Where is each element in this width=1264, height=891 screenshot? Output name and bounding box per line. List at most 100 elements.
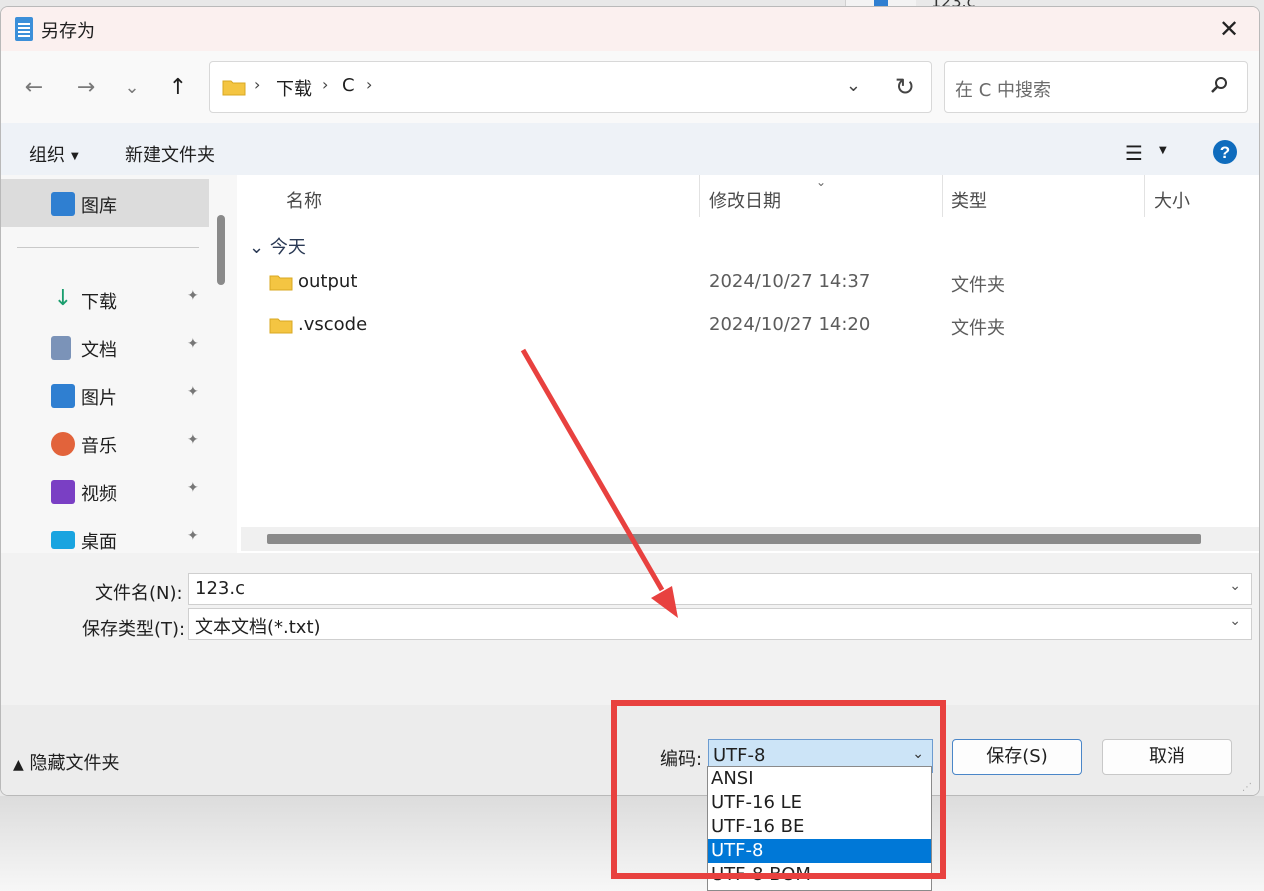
cancel-button[interactable]: 取消 bbox=[1102, 739, 1232, 775]
desktop-icon bbox=[51, 531, 75, 549]
file-type: 文件夹 bbox=[951, 318, 1005, 339]
column-separator[interactable] bbox=[942, 175, 943, 217]
folder-icon bbox=[269, 318, 293, 334]
sidebar-item-documents[interactable]: 文档 ✦ bbox=[1, 323, 209, 371]
file-row[interactable]: output 2024/10/27 14:37 文件夹 bbox=[237, 263, 1257, 303]
chevron-up-icon: ▲ bbox=[13, 757, 24, 773]
breadcrumb-downloads[interactable]: 下载 bbox=[276, 75, 312, 101]
breadcrumb-separator: › bbox=[254, 75, 261, 94]
file-modified: 2024/10/27 14:20 bbox=[709, 314, 871, 335]
filename-form: 文件名(N): 123.c ⌄ 保存类型(T): 文本文档(*.txt) ⌄ bbox=[1, 553, 1259, 705]
sidebar-item-label: 音乐 bbox=[81, 436, 117, 457]
command-bar: 组织 ▼ 新建文件夹 ☰ ▼ bbox=[1, 123, 1259, 175]
file-name: output bbox=[298, 271, 358, 292]
breadcrumb-separator: › bbox=[322, 75, 329, 94]
refresh-icon[interactable]: ↻ bbox=[895, 73, 915, 101]
navigation-bar: ← → ⌄ ↑ › 下载 › C › ⌄ ↻ 在 C 中搜索 bbox=[1, 51, 1259, 123]
chevron-down-icon[interactable]: ⌄ bbox=[1229, 613, 1241, 629]
filename-value: 123.c bbox=[195, 578, 245, 599]
column-separator[interactable] bbox=[1144, 175, 1145, 217]
title-bar: 另存为 ✕ bbox=[1, 7, 1259, 51]
sidebar-item-label: 图库 bbox=[81, 196, 117, 217]
navigation-pane: 图库 ↓ 下载 ✦ 文档 ✦ 图片 ✦ 音乐 ✦ 视频 ✦ 桌面 ✦ bbox=[1, 175, 231, 553]
sidebar-divider bbox=[17, 247, 199, 248]
sidebar-item-desktop[interactable]: 桌面 ✦ bbox=[1, 515, 209, 553]
column-header-name[interactable]: 名称 bbox=[286, 187, 322, 213]
sidebar-item-pictures[interactable]: 图片 ✦ bbox=[1, 371, 209, 419]
group-label: 今天 bbox=[269, 237, 306, 258]
sidebar-item-label: 下载 bbox=[81, 292, 117, 313]
sidebar-item-gallery[interactable]: 图库 bbox=[1, 179, 209, 227]
music-icon bbox=[51, 432, 75, 456]
help-icon[interactable]: ? bbox=[1212, 139, 1238, 165]
close-button[interactable]: ✕ bbox=[1211, 13, 1247, 45]
save-button[interactable]: 保存(S) bbox=[952, 739, 1082, 775]
search-placeholder: 在 C 中搜索 bbox=[955, 80, 1052, 101]
sidebar-item-music[interactable]: 音乐 ✦ bbox=[1, 419, 209, 467]
sidebar-item-label: 文档 bbox=[81, 340, 117, 361]
chevron-down-icon: ⌄ bbox=[249, 237, 265, 258]
forward-button[interactable]: → bbox=[71, 73, 101, 103]
save-as-dialog: 另存为 ✕ ← → ⌄ ↑ › 下载 › C › ⌄ ↻ 在 C 中搜索 组织 … bbox=[0, 6, 1260, 796]
filetype-value: 文本文档(*.txt) bbox=[195, 617, 321, 638]
notepad-icon bbox=[15, 17, 33, 41]
breadcrumb-separator: › bbox=[366, 75, 373, 94]
hide-folders-button[interactable]: ▲ 隐藏文件夹 bbox=[13, 749, 120, 775]
organize-label: 组织 bbox=[29, 145, 65, 166]
search-box[interactable]: 在 C 中搜索 bbox=[944, 61, 1248, 113]
hide-folders-label: 隐藏文件夹 bbox=[29, 753, 120, 774]
filetype-label: 保存类型(T): bbox=[82, 619, 186, 640]
sidebar-item-videos[interactable]: 视频 ✦ bbox=[1, 467, 209, 515]
filename-label: 文件名(N): bbox=[95, 583, 183, 604]
file-name: .vscode bbox=[298, 314, 368, 335]
pin-icon[interactable]: ✦ bbox=[187, 384, 199, 400]
group-header-today[interactable]: ⌄ 今天 bbox=[249, 233, 306, 259]
column-header-modified[interactable]: 修改日期 bbox=[709, 187, 781, 213]
address-bar[interactable]: › 下载 › C › ⌄ ↻ bbox=[209, 61, 932, 113]
help-glyph: ? bbox=[1220, 143, 1230, 162]
sidebar-item-downloads[interactable]: ↓ 下载 ✦ bbox=[1, 275, 209, 323]
caret-down-icon: ▼ bbox=[71, 150, 79, 162]
horizontal-scrollbar[interactable] bbox=[241, 527, 1259, 551]
gallery-icon bbox=[51, 192, 75, 216]
pin-icon[interactable]: ✦ bbox=[187, 528, 199, 544]
address-dropdown-icon[interactable]: ⌄ bbox=[846, 75, 861, 96]
column-separator[interactable] bbox=[699, 175, 700, 217]
scrollbar-thumb[interactable] bbox=[267, 534, 1201, 544]
sidebar-item-label: 视频 bbox=[81, 484, 117, 505]
recent-locations-button[interactable]: ⌄ bbox=[117, 73, 147, 103]
sidebar-item-label: 图片 bbox=[81, 388, 117, 409]
column-header-type[interactable]: 类型 bbox=[951, 187, 987, 213]
file-modified: 2024/10/27 14:37 bbox=[709, 271, 871, 292]
pictures-icon bbox=[51, 384, 75, 408]
filename-field[interactable]: 123.c ⌄ bbox=[188, 573, 1252, 605]
dialog-title: 另存为 bbox=[41, 21, 95, 42]
column-header-size[interactable]: 大小 bbox=[1154, 187, 1190, 213]
pin-icon[interactable]: ✦ bbox=[187, 480, 199, 496]
sidebar-scrollbar[interactable] bbox=[217, 215, 225, 285]
download-icon: ↓ bbox=[53, 286, 73, 311]
back-button[interactable]: ← bbox=[19, 73, 49, 103]
pin-icon[interactable]: ✦ bbox=[187, 336, 199, 352]
annotation-highlight-box bbox=[611, 700, 946, 879]
sidebar-item-label: 桌面 bbox=[81, 532, 117, 553]
view-options-icon[interactable]: ☰ bbox=[1125, 141, 1143, 165]
pin-icon[interactable]: ✦ bbox=[187, 432, 199, 448]
resize-grip-icon[interactable]: ⋰ bbox=[1242, 782, 1253, 793]
up-button[interactable]: ↑ bbox=[163, 73, 193, 103]
document-icon bbox=[51, 336, 71, 360]
file-type: 文件夹 bbox=[951, 275, 1005, 296]
new-folder-button[interactable]: 新建文件夹 bbox=[125, 141, 215, 167]
video-icon bbox=[51, 480, 75, 504]
breadcrumb-c[interactable]: C bbox=[342, 75, 355, 96]
filetype-select[interactable]: 文本文档(*.txt) ⌄ bbox=[188, 608, 1252, 640]
sort-chevron-icon: ⌄ bbox=[816, 175, 827, 189]
folder-icon bbox=[269, 275, 293, 291]
folder-icon bbox=[222, 80, 246, 96]
organize-button[interactable]: 组织 ▼ bbox=[29, 141, 79, 167]
file-row[interactable]: .vscode 2024/10/27 14:20 文件夹 bbox=[237, 306, 1257, 346]
pin-icon[interactable]: ✦ bbox=[187, 288, 199, 304]
chevron-down-icon[interactable]: ⌄ bbox=[1229, 578, 1241, 594]
file-list: 名称 ⌄ 修改日期 类型 大小 ⌄ 今天 output 2024/10/27 1… bbox=[237, 175, 1259, 553]
caret-down-icon[interactable]: ▼ bbox=[1159, 145, 1167, 156]
